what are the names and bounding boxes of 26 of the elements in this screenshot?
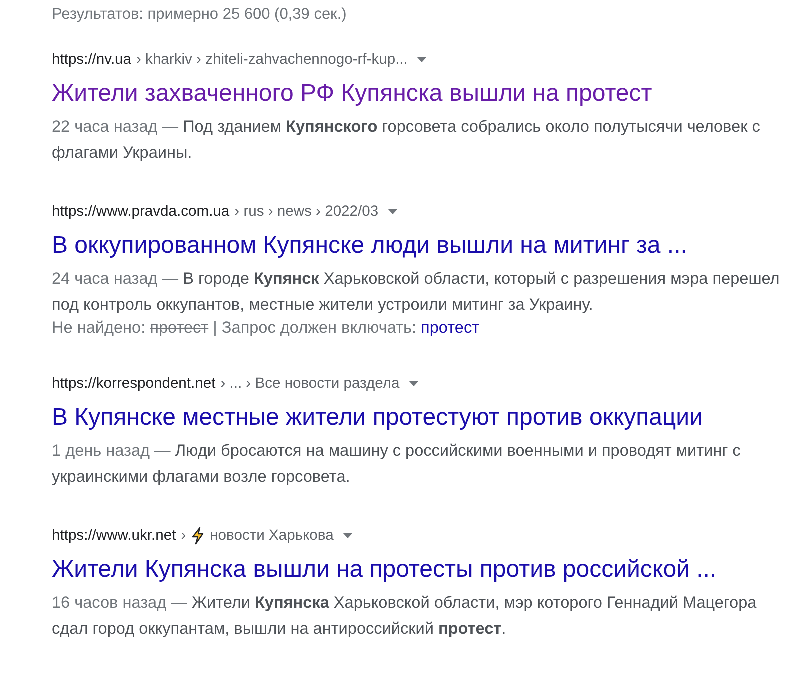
breadcrumb: › xyxy=(181,527,186,546)
caret-icon[interactable] xyxy=(416,57,427,63)
result-snippet: 24 часа назад — В городе Купянск Харьковской области, который с разрешения мэра перешел под контроль оккупантов, местные жители устроили митинг за Украину. xyxy=(52,269,781,316)
breadcrumb: › ... › Все новости раздела xyxy=(220,375,400,394)
caret-icon[interactable] xyxy=(408,381,419,387)
result-url[interactable]: https://korrespondent.net xyxy=(52,374,216,394)
caret-icon[interactable] xyxy=(388,209,398,215)
caret-icon[interactable] xyxy=(342,533,353,539)
must-include-label: | Запрос должен включать: xyxy=(213,319,417,337)
result-snippet: 1 день назад — Люди бросаются на машину с российскими военными и проводят митинг с украинскими флагами возле горсовета. xyxy=(52,441,742,488)
result-url[interactable]: https://www.ukr.net xyxy=(52,526,176,546)
breadcrumb: › kharkiv › zhiteli-zahvachennogo-rf-kup... xyxy=(136,51,408,70)
result-url[interactable]: https://www.pravda.com.ua xyxy=(52,202,230,222)
result-title-link[interactable]: Жители захваченного РФ Купянска вышли на протест xyxy=(52,80,652,108)
breadcrumb: › rus › news › 2022/03 xyxy=(234,203,379,222)
missing-label: Не найдено: xyxy=(52,319,146,337)
result-snippet: 16 часов назад — Жители Купянска Харьковской области, мэр которого Геннадий Мацегора сдал город оккупантам, вышли на антироссийский протест. xyxy=(52,593,758,640)
breadcrumb: новости Харькова xyxy=(210,527,334,546)
result-stats: Результатов: примерно 25 600 (0,39 сек.) xyxy=(52,5,348,25)
missing-term: протест xyxy=(150,319,209,337)
result-title-link[interactable]: В оккупированном Купянске люди вышли на митинг за ... xyxy=(52,232,688,260)
result-title-link[interactable]: Жители Купянска вышли на протесты против российской ... xyxy=(52,556,717,584)
result-url[interactable]: https://nv.ua xyxy=(52,50,132,70)
must-include-link[interactable]: протест xyxy=(421,319,480,337)
result-title-link[interactable]: В Купянске местные жители протестуют против оккупации xyxy=(52,404,703,432)
result-snippet: 22 часа назад — Под зданием Купянского горсовета собрались около полутысячи человек с флагами Украины. xyxy=(52,117,762,164)
